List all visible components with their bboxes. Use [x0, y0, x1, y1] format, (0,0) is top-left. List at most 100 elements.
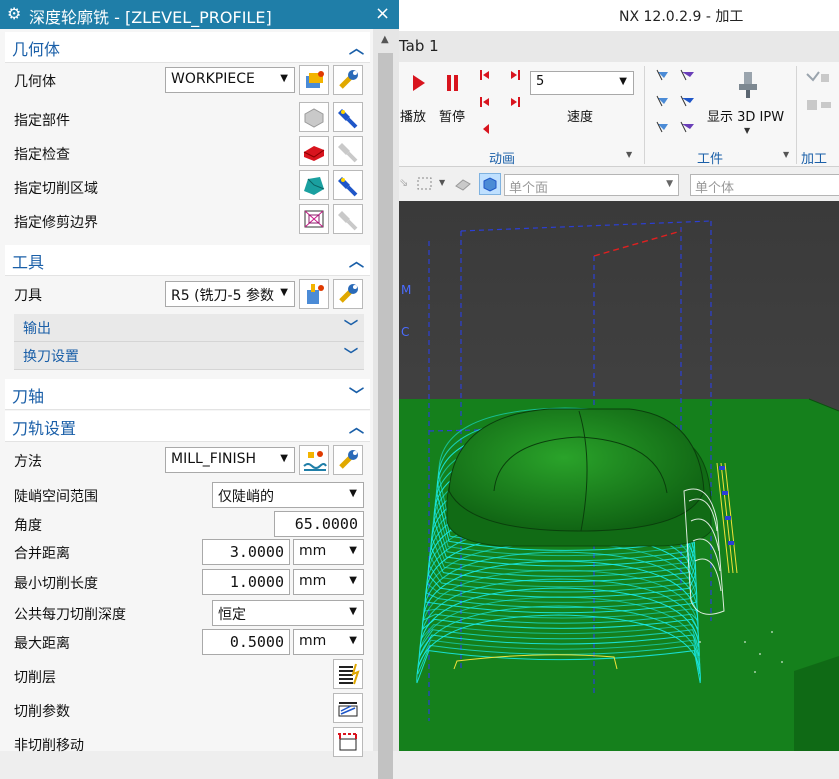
min-cut-length-field[interactable]: 1.0000	[202, 569, 290, 595]
new-geometry-icon	[306, 71, 324, 88]
chevron-down-icon[interactable]: ▼	[744, 126, 750, 135]
group-options-icon[interactable]: ▼	[783, 150, 789, 159]
geometry-select[interactable]: WORKPIECE ▼	[165, 67, 295, 93]
show-3d-ipw-icon[interactable]	[735, 70, 761, 100]
face-filter-icon[interactable]	[454, 176, 472, 192]
min-cut-length-row: 最小切削长度 1.0000 mm ▼	[0, 566, 373, 598]
select-cut-area-button[interactable]	[299, 170, 329, 200]
new-method-button[interactable]	[299, 445, 329, 475]
snap-icon[interactable]: ⇘	[399, 176, 408, 189]
show-check-button[interactable]	[333, 136, 363, 166]
chevron-down-icon[interactable]: ﹀	[349, 384, 364, 405]
chevron-down-icon[interactable]: ▼	[439, 178, 445, 187]
chevron-down-icon[interactable]: ﹀	[344, 317, 358, 337]
method-select[interactable]: MILL_FINISH ▼	[165, 447, 295, 473]
specify-cut-area-label: 指定切削区域	[14, 181, 98, 197]
merge-distance-field[interactable]: 3.0000	[202, 539, 290, 565]
cut-levels-row: 切削层	[0, 658, 373, 690]
steep-range-select[interactable]: 仅陡峭的 ▼	[212, 482, 364, 508]
output-subsection[interactable]: 输出 ﹀	[14, 314, 364, 342]
edit-geometry-button[interactable]	[333, 65, 363, 95]
graphics-viewport[interactable]: M C	[399, 201, 839, 751]
close-icon[interactable]: ×	[375, 3, 390, 24]
select-check-button[interactable]	[299, 136, 329, 166]
step-forward-icons[interactable]	[509, 69, 521, 109]
flashlight-icon	[338, 211, 358, 231]
steep-range-row: 陡峭空间范围 仅陡峭的 ▼	[0, 479, 373, 511]
pause-icon[interactable]	[446, 74, 460, 92]
common-depth-select[interactable]: 恒定 ▼	[212, 600, 364, 626]
method-select-value: MILL_FINISH	[171, 451, 257, 467]
max-distance-unit-select[interactable]: mm ▼	[293, 629, 364, 655]
angle-field[interactable]: 65.0000	[274, 511, 364, 537]
face-rule-select[interactable]: 单个面 ▼	[504, 174, 679, 196]
select-trim-boundary-button[interactable]	[299, 204, 329, 234]
machining-tool-icons[interactable]	[805, 70, 835, 140]
speed-select[interactable]: 5 ▼	[530, 71, 634, 95]
select-part-button[interactable]	[299, 102, 329, 132]
chevron-up-icon[interactable]: ︿	[349, 250, 364, 271]
new-tool-icon	[307, 284, 324, 304]
non-cut-moves-label: 非切削移动	[14, 738, 84, 754]
section-geometry-header[interactable]: 几何体 ︿	[5, 32, 370, 63]
cube-icon	[483, 177, 497, 192]
chevron-up-icon[interactable]: ︿	[349, 37, 364, 58]
specify-part-row: 指定部件	[0, 99, 373, 132]
method-row: 方法 MILL_FINISH ▼	[0, 444, 373, 476]
show-part-button[interactable]	[333, 102, 363, 132]
part-icon	[304, 108, 324, 128]
cut-levels-button[interactable]	[333, 659, 363, 689]
chevron-down-icon[interactable]: ﹀	[344, 345, 358, 365]
show-cut-area-button[interactable]	[333, 170, 363, 200]
tool-select[interactable]: R5 (铣刀-5 参数 ▼	[165, 281, 295, 307]
angle-label: 角度	[14, 518, 42, 534]
play-button[interactable]: 播放	[400, 106, 426, 125]
tab-1[interactable]: Tab 1	[399, 37, 439, 55]
merge-unit-select[interactable]: mm ▼	[293, 539, 364, 565]
chevron-up-icon[interactable]: ︿	[349, 416, 364, 437]
section-path-settings-header[interactable]: 刀轨设置 ︿	[5, 411, 370, 442]
tool-select-value: R5 (铣刀-5 参数	[171, 288, 274, 304]
group-options-icon[interactable]: ▼	[626, 150, 632, 159]
body-rule-select[interactable]: 单个体	[690, 174, 839, 196]
non-cut-moves-button[interactable]	[333, 727, 363, 757]
specify-check-label: 指定检查	[14, 147, 70, 163]
new-geometry-button[interactable]	[299, 65, 329, 95]
min-cut-unit-select[interactable]: mm ▼	[293, 569, 364, 595]
section-tool-header[interactable]: 工具 ︿	[5, 245, 370, 276]
step-back-icons[interactable]	[479, 69, 491, 139]
dialog-scrollbar[interactable]: ▲	[373, 29, 399, 779]
pause-button[interactable]: 暂停	[439, 106, 465, 125]
max-distance-field[interactable]: 0.5000	[202, 629, 290, 655]
max-distance-label: 最大距离	[14, 636, 70, 652]
workpiece-group-label: 工件	[697, 152, 724, 167]
edit-tool-button[interactable]	[333, 279, 363, 309]
unit-value: mm	[299, 573, 327, 589]
edit-method-button[interactable]	[333, 445, 363, 475]
select-rectangle-icon[interactable]	[417, 177, 433, 191]
dialog-title-bar: ⚙ 深度轮廓铣 - [ZLEVEL_PROFILE] ×	[0, 0, 399, 29]
chevron-down-icon: ▼	[349, 635, 357, 646]
toolpath-scene: M C	[399, 201, 839, 751]
scrollbar-thumb[interactable]	[378, 53, 393, 779]
new-tool-button[interactable]	[299, 279, 329, 309]
view-label-m: M	[401, 283, 411, 297]
max-distance-row: 最大距离 0.5000 mm ▼	[0, 626, 373, 658]
play-icon[interactable]	[412, 74, 426, 92]
tool-change-subsection[interactable]: 换刀设置 ﹀	[14, 342, 364, 370]
chevron-down-icon: ▼	[349, 606, 357, 617]
non-cut-moves-row: 非切削移动	[0, 726, 373, 758]
view-label-c: C	[401, 325, 409, 339]
show-trim-boundary-button[interactable]	[333, 204, 363, 234]
scroll-up-icon[interactable]: ▲	[381, 34, 389, 45]
show-3d-ipw-button[interactable]: 显示 3D IPW	[707, 106, 784, 125]
flashlight-icon	[338, 109, 358, 129]
speed-label: 速度	[567, 110, 594, 125]
ipw-small-icons[interactable]	[656, 68, 702, 138]
method-label: 方法	[14, 454, 42, 470]
section-tool-axis-header[interactable]: 刀轴 ﹀	[5, 379, 370, 410]
body-filter-toggle[interactable]	[479, 173, 501, 195]
cut-params-button[interactable]	[333, 693, 363, 723]
geometry-row: 几何体 WORKPIECE ▼	[0, 64, 373, 96]
common-depth-row: 公共每刀切削深度 恒定 ▼	[0, 597, 373, 629]
